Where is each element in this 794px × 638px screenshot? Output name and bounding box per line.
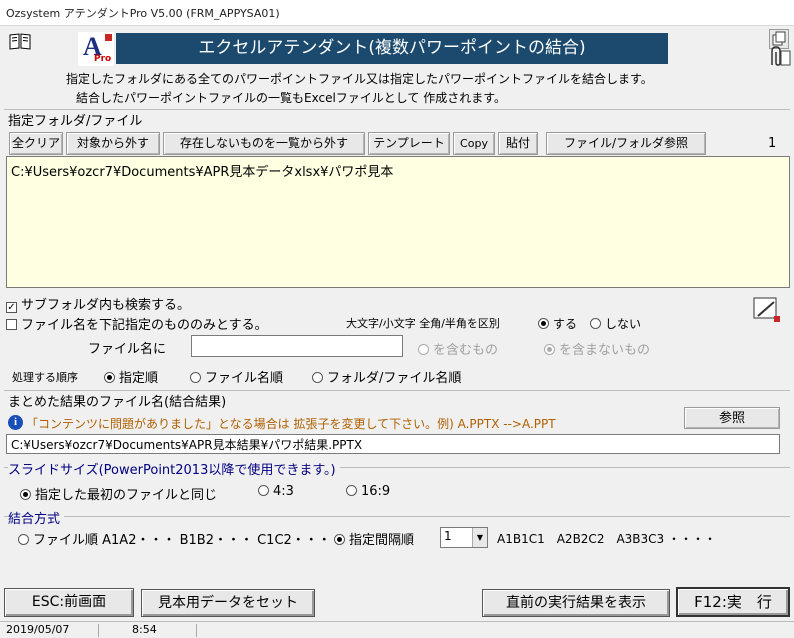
clear-all-button[interactable]: 全クリア [9,132,63,155]
description-line-1: 指定したフォルダにある全てのパワーポイントファイル又は指定したパワーポイントファ… [66,72,653,86]
show-last-result-button[interactable]: 直前の実行結果を表示 [482,589,670,617]
paste-button[interactable]: 貼付 [498,132,538,155]
interval-value: 1 [444,529,452,543]
banner: エクセルアテンダント(複数パワーポイントの結合) [116,33,668,64]
window-title: Ozsystem アテンダントPro V5.00 (FRM_APPYSA01) [6,7,280,20]
case-yes-radio[interactable]: する [538,315,577,332]
join-file-order-radio[interactable]: ファイル順 A1A2・・・ B1B2・・・ C1C2・・・ [18,529,331,548]
esc-back-button[interactable]: ESC:前画面 [4,588,134,617]
paperclip-icon[interactable] [766,45,792,69]
template-button[interactable]: テンプレート [368,132,450,155]
window-titlebar: Ozsystem アテンダントPro V5.00 (FRM_APPYSA01) [0,0,794,26]
filename-only-label: ファイル名を下記指定のもののみとする。 [21,318,268,333]
result-section-title: まとめた結果のファイル名(結合結果) [8,395,227,410]
remove-missing-button[interactable]: 存在しないものを一覧から外す [163,132,365,155]
slide-43-radio[interactable]: 4:3 [258,484,294,499]
slide-section-title: スライドサイズ(PowerPoint2013以降で使用できます。) [8,459,340,478]
interval-example: A1B1C1 A2B2C2 A3B3C3 ・・・・ [497,532,716,546]
join-section-title: 結合方式 [8,508,65,527]
browse-file-folder-button[interactable]: ファイル/フォルダ参照 [546,132,706,155]
path-count: 1 [768,136,777,151]
filename-input[interactable] [191,335,403,357]
result-path-input[interactable]: C:¥Users¥ozcr7¥Documents¥APR見本結果¥パワポ結果.P… [6,434,780,454]
case-label: 大文字/小文字 全角/半角を区別 [346,317,500,330]
status-time: 8:54 [132,623,157,636]
set-sample-data-button[interactable]: 見本用データをセット [141,589,315,617]
path-list-item[interactable]: C:¥Users¥ozcr7¥Documents¥APR見本データxlsx¥パワ… [11,161,393,180]
join-interval-radio[interactable]: 指定間隔順 [334,529,414,548]
path-list[interactable]: C:¥Users¥ozcr7¥Documents¥APR見本データxlsx¥パワ… [6,156,790,288]
case-no-radio[interactable]: しない [590,315,641,332]
copy-button[interactable]: Copy [453,132,495,155]
order-label: 処理する順序 [12,371,78,384]
banner-title: エクセルアテンダント(複数パワーポイントの結合) [198,38,586,58]
status-date: 2019/05/07 [6,623,70,636]
subfolder-option[interactable]: ✓ サブフォルダ内も検索する。 [6,294,190,313]
join-section-divider [4,516,790,517]
info-icon: i [8,415,23,430]
slide-169-radio[interactable]: 16:9 [346,484,390,499]
order-specified-radio[interactable]: 指定順 [104,367,158,386]
include-radio[interactable]: を含むもの [418,339,498,358]
slide-first-radio[interactable]: 指定した最初のファイルと同じ [20,484,217,503]
order-filename-radio[interactable]: ファイル名順 [190,367,283,386]
remove-from-target-button[interactable]: 対象から外す [66,132,160,155]
book-icon[interactable] [8,32,32,50]
order-folder-radio[interactable]: フォルダ/ファイル名順 [312,367,461,386]
subfolder-checkbox[interactable]: ✓ [6,302,17,313]
result-browse-button[interactable]: 参照 [684,407,780,429]
logo-sub: Pro [94,54,112,64]
pen-edit-icon[interactable] [752,294,782,324]
filename-only-checkbox[interactable] [6,319,17,330]
subfolder-label: サブフォルダ内も検索する。 [21,298,191,313]
filename-label: ファイル名に [88,342,167,357]
chevron-down-icon[interactable]: ▼ [472,528,487,547]
logo-mark [105,34,112,41]
interval-select[interactable]: 1 ▼ [440,527,488,548]
description-line-2: 結合したパワーポイントファイルの一覧もExcelファイルとして 作成されます。 [76,91,507,105]
exclude-radio[interactable]: を含まないもの [544,339,650,358]
statusbar: 2019/05/07 8:54 [0,621,794,638]
app-logo: A Pro [78,32,114,66]
filename-only-option[interactable]: ファイル名を下記指定のもののみとする。 [6,314,268,333]
folder-section-title: 指定フォルダ/ファイル [8,114,143,129]
result-note: 「コンテンツに問題がありました」となる場合は 拡張子を変更して下さい。例) A.… [26,417,556,431]
run-button[interactable]: F12:実 行 [676,587,790,617]
